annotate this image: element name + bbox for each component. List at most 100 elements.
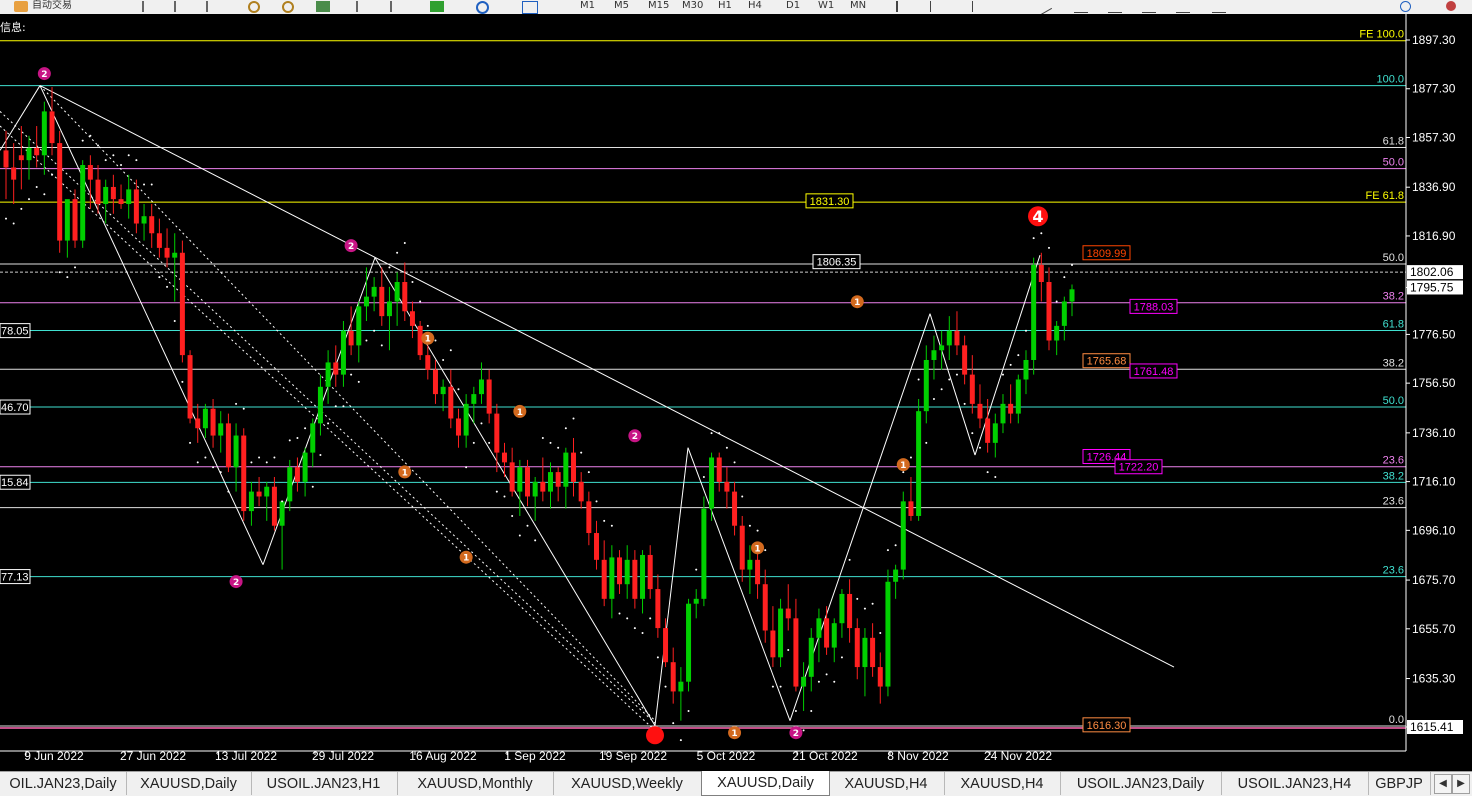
candle-body [210, 408, 216, 436]
chart-tab[interactable]: XAUUSD,H4 [828, 772, 945, 795]
chart-tab[interactable]: XAUUSD,Daily [126, 772, 252, 795]
candle-body [371, 286, 377, 297]
price-tick-label: 1635.30 [1412, 672, 1456, 686]
candle-body [218, 423, 224, 436]
fibo-level-label: FE 100.0 [1359, 29, 1404, 41]
candle-body [394, 282, 400, 302]
chart-tab[interactable]: XAUUSD,Weekly [553, 772, 702, 795]
candle-body [609, 557, 615, 599]
cursor-icon[interactable] [896, 1, 912, 12]
chart-tab[interactable]: XAUUSD,Monthly [397, 772, 554, 795]
chart-tab[interactable]: USOIL.JAN23,H1 [250, 772, 398, 795]
candle-body [486, 379, 492, 414]
sar-dot [495, 490, 498, 493]
sar-dot [66, 276, 69, 279]
sar-dot [181, 380, 184, 383]
candle-body [532, 481, 538, 497]
chart-tab[interactable]: OIL.JAN23,Daily [0, 772, 127, 795]
wave-marker-label: 1 [463, 554, 469, 564]
chart-tab[interactable]: GBPJP [1368, 772, 1431, 795]
candlestick-icon[interactable] [174, 1, 190, 12]
sar-dot [5, 217, 7, 220]
templates-icon[interactable] [522, 1, 538, 14]
arrow-icon[interactable] [1176, 1, 1190, 13]
chart-shift-icon[interactable] [356, 1, 372, 12]
sar-dot [871, 602, 874, 605]
autotrade-icon[interactable] [14, 1, 28, 12]
sar-dot [1017, 354, 1020, 357]
zoom-out-icon[interactable] [282, 1, 294, 13]
sar-dot [1071, 263, 1073, 266]
tile-windows-icon[interactable] [316, 1, 330, 12]
candle-body [847, 593, 853, 629]
chart-tab[interactable]: USOIL.JAN23,Daily [1060, 772, 1222, 795]
vertical-line-icon[interactable] [972, 1, 987, 12]
timeframe-h1[interactable]: H1 [718, 0, 748, 13]
sar-dot [189, 441, 192, 444]
timeframe-h4[interactable]: H4 [748, 0, 778, 13]
price-chart[interactable]: FE 100.0 100.0 61.8 50.0 FE 61.8 50.0 38.2 61.8… [0, 14, 1472, 771]
candle-body [133, 189, 139, 224]
bar-chart-icon[interactable] [142, 1, 158, 12]
crosshair-icon[interactable] [930, 1, 945, 12]
timeframe-d1[interactable]: D1 [786, 0, 816, 13]
zoom-in-icon[interactable] [248, 1, 260, 13]
candle-body [248, 491, 254, 512]
tab-scroll-right-icon[interactable]: ▶ [1452, 774, 1470, 794]
sar-dot [127, 154, 130, 157]
help-icon[interactable] [1446, 1, 1456, 11]
candle-body [463, 403, 469, 436]
sar-dot [756, 529, 759, 532]
candle-body [494, 413, 500, 453]
level-label-text: 1809.99 [1087, 248, 1127, 260]
sar-dot [672, 722, 675, 725]
fibo-expansion-icon[interactable] [1074, 1, 1088, 13]
shapes-icon[interactable] [1212, 1, 1226, 13]
autoscroll-icon[interactable] [390, 1, 406, 12]
sar-dot [1001, 373, 1004, 376]
chart-tab[interactable]: XAUUSD,H4 [944, 772, 1061, 795]
candle-body [839, 593, 845, 624]
line-chart-icon[interactable] [206, 1, 222, 12]
sar-dot [840, 656, 843, 659]
candle-body [1038, 264, 1044, 283]
timeframe-m1[interactable]: M1 [580, 0, 610, 13]
timeframe-m30[interactable]: M30 [682, 0, 712, 13]
text-label-icon[interactable] [1142, 1, 1156, 13]
price-tick-label: 1696.10 [1412, 523, 1456, 537]
timeframe-m15[interactable]: M15 [648, 0, 678, 13]
price-tick-label: 1836.90 [1412, 180, 1456, 194]
sar-dot [1063, 276, 1066, 279]
sar-dot [480, 422, 483, 425]
fibo-retracement-icon[interactable] [1108, 1, 1122, 13]
search-icon[interactable] [1400, 1, 1411, 12]
sar-dot [925, 441, 928, 444]
sar-dot [1009, 363, 1012, 366]
chart-tab[interactable]: USOIL.JAN23,H4 [1221, 772, 1369, 795]
trendline-icon[interactable] [1033, 0, 1053, 14]
sar-dot [702, 475, 705, 478]
timeframe-mn[interactable]: MN [850, 0, 880, 13]
sar-dot [204, 456, 207, 459]
tab-scroll-left-icon[interactable]: ◀ [1434, 774, 1452, 794]
sar-dot [434, 339, 437, 342]
sar-dot [135, 159, 138, 162]
timeframe-m5[interactable]: M5 [614, 0, 644, 13]
autotrade-button[interactable]: 自动交易 [32, 0, 92, 13]
indicators-icon[interactable] [430, 1, 444, 12]
candle-body [432, 369, 438, 395]
candle-body [1031, 264, 1037, 360]
chart-tabs: OIL.JAN23,Daily XAUUSD,Daily USOIL.JAN23,H… [0, 771, 1472, 796]
sar-dot [265, 461, 268, 464]
sar-dot [917, 378, 920, 381]
wave-marker-label: 1 [754, 544, 760, 554]
candle-body [64, 199, 70, 241]
candle-body [156, 233, 162, 248]
timeframe-w1[interactable]: W1 [818, 0, 848, 13]
candle-body [509, 462, 515, 492]
candle-body [110, 186, 116, 200]
candle-body [409, 311, 415, 326]
chart-tab[interactable]: XAUUSD,Daily [701, 771, 830, 796]
sar-dot [955, 373, 958, 376]
periods-icon[interactable] [476, 1, 489, 14]
